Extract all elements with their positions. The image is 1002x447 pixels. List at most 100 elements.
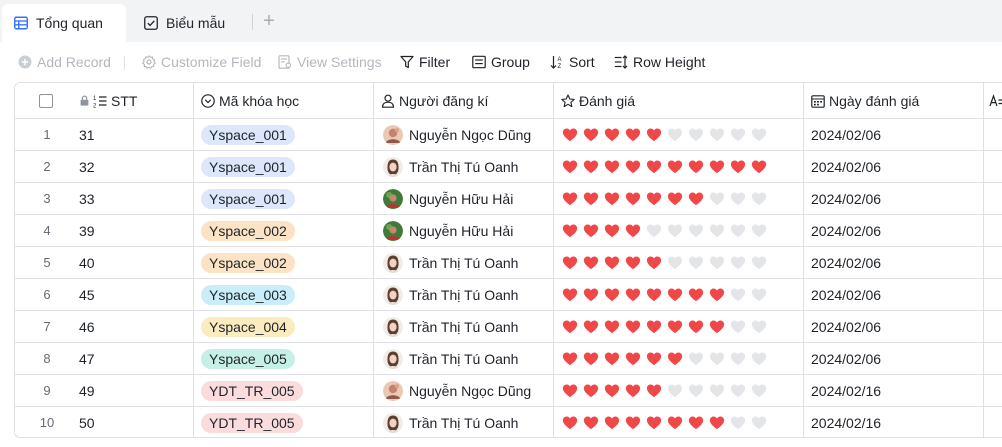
rating-cell[interactable] <box>562 119 802 150</box>
stt-cell[interactable]: 33 <box>79 183 189 214</box>
heart-filled-icon[interactable] <box>625 191 641 207</box>
rating-cell[interactable] <box>562 183 802 214</box>
heart-filled-icon[interactable] <box>562 223 578 239</box>
customize-field-button[interactable]: Customize Field <box>142 52 261 72</box>
header-review-date[interactable]: Ngày đánh giá <box>811 83 981 118</box>
heart-empty-icon[interactable] <box>709 127 725 143</box>
heart-filled-icon[interactable] <box>646 415 662 431</box>
review-date-cell[interactable]: 2024/02/06 <box>811 311 981 342</box>
heart-empty-icon[interactable] <box>709 223 725 239</box>
registrant-cell[interactable]: Trần Thị Tú Oanh <box>383 279 553 310</box>
heart-filled-icon[interactable] <box>604 383 620 399</box>
heart-empty-icon[interactable] <box>730 383 746 399</box>
heart-empty-icon[interactable] <box>730 351 746 367</box>
heart-empty-icon[interactable] <box>730 191 746 207</box>
rating-cell[interactable] <box>562 407 802 437</box>
table-row[interactable]: 10 50 YDT_TR_005 Trần Thị Tú Oanh 2024/0… <box>15 407 1002 437</box>
heart-filled-icon[interactable] <box>583 223 599 239</box>
heart-filled-icon[interactable] <box>625 319 641 335</box>
heart-filled-icon[interactable] <box>625 351 641 367</box>
heart-empty-icon[interactable] <box>730 415 746 431</box>
heart-empty-icon[interactable] <box>730 287 746 303</box>
review-date-cell[interactable]: 2024/02/16 <box>811 375 981 406</box>
stt-cell[interactable]: 46 <box>79 311 189 342</box>
heart-filled-icon[interactable] <box>583 351 599 367</box>
heart-empty-icon[interactable] <box>709 255 725 271</box>
heart-filled-icon[interactable] <box>583 287 599 303</box>
heart-filled-icon[interactable] <box>583 159 599 175</box>
heart-filled-icon[interactable] <box>604 319 620 335</box>
heart-empty-icon[interactable] <box>709 383 725 399</box>
heart-empty-icon[interactable] <box>667 127 683 143</box>
heart-empty-icon[interactable] <box>730 223 746 239</box>
heart-filled-icon[interactable] <box>583 319 599 335</box>
view-settings-button[interactable]: View Settings <box>278 52 382 72</box>
heart-filled-icon[interactable] <box>646 351 662 367</box>
add-record-button[interactable]: Add Record <box>18 52 111 72</box>
heart-filled-icon[interactable] <box>583 415 599 431</box>
heart-empty-icon[interactable] <box>688 255 704 271</box>
heart-filled-icon[interactable] <box>625 223 641 239</box>
review-date-cell[interactable]: 2024/02/06 <box>811 343 981 374</box>
heart-filled-icon[interactable] <box>646 255 662 271</box>
heart-filled-icon[interactable] <box>709 287 725 303</box>
heart-filled-icon[interactable] <box>604 351 620 367</box>
heart-filled-icon[interactable] <box>562 159 578 175</box>
heart-empty-icon[interactable] <box>751 191 767 207</box>
registrant-cell[interactable]: Trần Thị Tú Oanh <box>383 311 553 342</box>
stt-cell[interactable]: 32 <box>79 151 189 182</box>
rating-cell[interactable] <box>562 375 802 406</box>
heart-filled-icon[interactable] <box>604 127 620 143</box>
heart-empty-icon[interactable] <box>667 383 683 399</box>
stt-cell[interactable]: 47 <box>79 343 189 374</box>
heart-empty-icon[interactable] <box>751 319 767 335</box>
header-text-field-partial[interactable] <box>989 83 1002 118</box>
heart-empty-icon[interactable] <box>751 223 767 239</box>
heart-empty-icon[interactable] <box>688 127 704 143</box>
stt-cell[interactable]: 50 <box>79 407 189 437</box>
heart-filled-icon[interactable] <box>667 351 683 367</box>
heart-filled-icon[interactable] <box>646 127 662 143</box>
heart-filled-icon[interactable] <box>625 383 641 399</box>
registrant-cell[interactable]: Nguyễn Ngọc Dũng <box>383 375 553 406</box>
registrant-cell[interactable]: Nguyễn Ngọc Dũng <box>383 119 553 150</box>
stt-cell[interactable]: 45 <box>79 279 189 310</box>
course-code-cell[interactable]: YDT_TR_005 <box>201 375 371 406</box>
course-code-cell[interactable]: Yspace_002 <box>201 247 371 278</box>
heart-filled-icon[interactable] <box>562 319 578 335</box>
course-code-cell[interactable]: YDT_TR_005 <box>201 407 371 437</box>
heart-empty-icon[interactable] <box>730 319 746 335</box>
heart-empty-icon[interactable] <box>688 383 704 399</box>
heart-filled-icon[interactable] <box>604 415 620 431</box>
rating-cell[interactable] <box>562 215 802 246</box>
review-date-cell[interactable]: 2024/02/06 <box>811 151 981 182</box>
filter-button[interactable]: Filter <box>400 52 450 72</box>
table-row[interactable]: 6 45 Yspace_003 Trần Thị Tú Oanh 2024/02… <box>15 279 1002 311</box>
heart-filled-icon[interactable] <box>562 351 578 367</box>
heart-empty-icon[interactable] <box>751 383 767 399</box>
heart-filled-icon[interactable] <box>751 159 767 175</box>
heart-filled-icon[interactable] <box>562 127 578 143</box>
heart-empty-icon[interactable] <box>667 223 683 239</box>
heart-filled-icon[interactable] <box>562 255 578 271</box>
heart-filled-icon[interactable] <box>625 159 641 175</box>
review-date-cell[interactable]: 2024/02/06 <box>811 183 981 214</box>
heart-filled-icon[interactable] <box>667 287 683 303</box>
table-row[interactable]: 2 32 Yspace_001 Trần Thị Tú Oanh 2024/02… <box>15 151 1002 183</box>
heart-filled-icon[interactable] <box>688 415 704 431</box>
heart-filled-icon[interactable] <box>688 159 704 175</box>
heart-filled-icon[interactable] <box>646 383 662 399</box>
heart-filled-icon[interactable] <box>667 415 683 431</box>
sort-button[interactable]: AZ Sort <box>550 52 595 72</box>
heart-filled-icon[interactable] <box>604 223 620 239</box>
heart-empty-icon[interactable] <box>730 255 746 271</box>
heart-filled-icon[interactable] <box>709 415 725 431</box>
heart-empty-icon[interactable] <box>688 351 704 367</box>
heart-filled-icon[interactable] <box>625 415 641 431</box>
heart-empty-icon[interactable] <box>751 351 767 367</box>
heart-filled-icon[interactable] <box>646 287 662 303</box>
table-row[interactable]: 1 31 Yspace_001 Nguyễn Ngọc Dũng 2024/02… <box>15 119 1002 151</box>
heart-filled-icon[interactable] <box>583 191 599 207</box>
registrant-cell[interactable]: Nguyễn Hữu Hải <box>383 183 553 214</box>
heart-empty-icon[interactable] <box>709 191 725 207</box>
